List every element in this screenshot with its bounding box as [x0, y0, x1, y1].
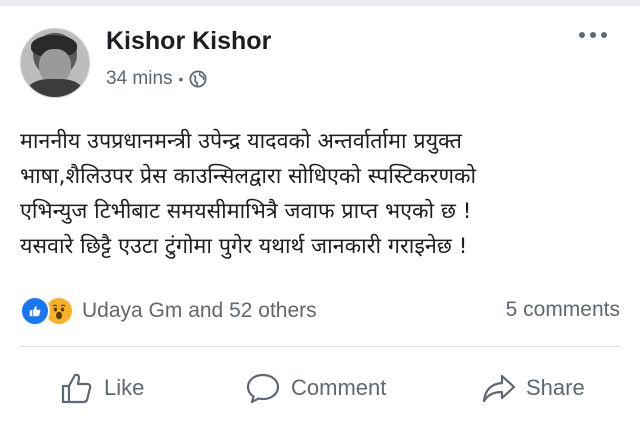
- post-line: माननीय उपप्रधानमन्त्री उपेन्द्र यादवको अ…: [20, 129, 462, 154]
- action-bar: Like Comment Share: [0, 360, 640, 416]
- comments-count[interactable]: 5 comments: [506, 298, 620, 322]
- share-label: Share: [526, 375, 585, 400]
- avatar-face: [39, 49, 71, 83]
- post-line: यसवारे छिट्टै एउटा टुंगोमा पुगेर यथार्थ …: [20, 234, 468, 259]
- author-name[interactable]: Kishor Kishor: [106, 27, 271, 56]
- avatar-body: [27, 79, 83, 97]
- thumbs-up-icon: [60, 371, 94, 405]
- post-line: भाषा,शैलिउपर प्रेस काउन्सिलद्वारा सोधिएक…: [20, 164, 477, 189]
- share-arrow-icon: [482, 372, 516, 404]
- like-label: Like: [104, 375, 145, 400]
- actions-divider: [20, 346, 620, 347]
- reactions-summary[interactable]: Udaya Gm and 52 others: [20, 296, 317, 326]
- reactions-text[interactable]: Udaya Gm and 52 others: [82, 299, 317, 323]
- more-options-icon[interactable]: [578, 30, 608, 40]
- comment-button[interactable]: Comment: [245, 360, 386, 416]
- post-line: एभिन्युज टिभीबाट समयसीमाभित्रै जवाफ प्रा…: [20, 199, 472, 224]
- share-button[interactable]: Share: [482, 360, 585, 416]
- post-meta: 34 mins •: [106, 68, 207, 90]
- comment-label: Comment: [291, 375, 387, 400]
- meta-separator: •: [178, 71, 184, 87]
- avatar[interactable]: [20, 28, 90, 98]
- globe-icon[interactable]: [189, 70, 207, 88]
- like-reaction-icon: [20, 296, 50, 326]
- post-text: माननीय उपप्रधानमन्त्री उपेन्द्र यादवको अ…: [20, 124, 626, 264]
- like-button[interactable]: Like: [60, 360, 144, 416]
- top-divider-strip: [0, 0, 640, 6]
- comment-bubble-icon: [245, 371, 281, 405]
- post-time[interactable]: 34 mins: [106, 68, 173, 90]
